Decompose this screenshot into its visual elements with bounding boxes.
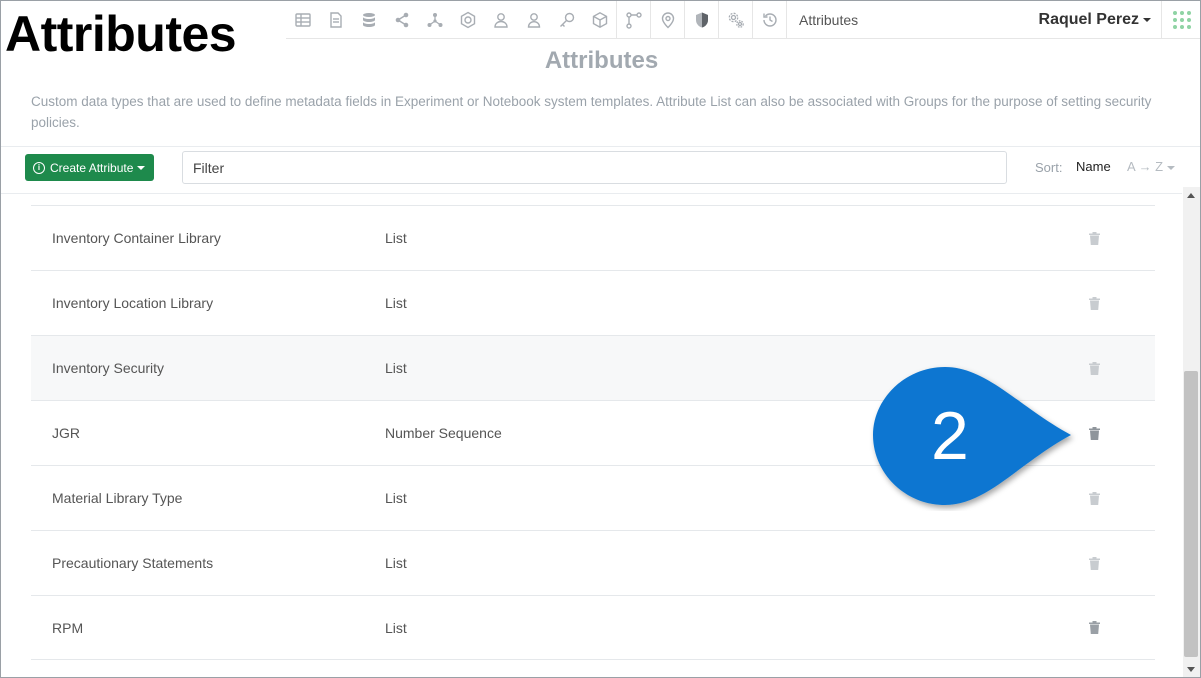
sort-direction-label: A → Z [1127,159,1164,174]
table-icon[interactable] [286,1,319,39]
trash-icon[interactable] [1087,555,1101,571]
scrollbar-thumb[interactable] [1184,371,1198,657]
table-row[interactable]: Inventory Container Library List [31,205,1155,270]
table-row[interactable]: Precautionary Statements List [31,530,1155,595]
trash-icon[interactable] [1087,490,1101,506]
cube-icon[interactable] [583,1,616,39]
top-navbar: Attributes Raquel Perez [286,1,1200,39]
key-icon[interactable] [550,1,583,39]
network-icon[interactable] [418,1,451,39]
trash-icon[interactable] [1087,230,1101,246]
attribute-name: Precautionary Statements [52,555,214,571]
divider [1,193,1182,194]
attribute-name: Inventory Location Library [52,295,214,311]
trash-icon[interactable] [1087,360,1101,376]
attribute-type: List [385,230,407,246]
attribute-type: List [385,295,407,311]
apps-grid-icon[interactable] [1162,1,1200,39]
create-attribute-label: Create Attribute [50,160,134,175]
workflow-icon[interactable] [617,1,650,39]
user-icon[interactable] [517,1,550,39]
chevron-down-icon [1143,17,1151,22]
attribute-name: Material Library Type [52,490,183,506]
trash-icon[interactable] [1087,425,1101,441]
info-icon: i [33,161,45,174]
attribute-name: JGR [52,425,80,441]
app-window: Attributes Raquel Perez Attributes Attri… [0,0,1201,678]
database-icon[interactable] [352,1,385,39]
attribute-type: List [385,555,407,571]
shield-icon[interactable] [685,1,718,39]
trash-icon[interactable] [1087,295,1101,311]
sort-label: Sort: [1035,160,1063,175]
settings-icon[interactable] [719,1,752,39]
callout-number: 2 [931,398,969,474]
attribute-type: List [385,360,407,376]
chevron-down-icon [137,165,146,170]
history-icon[interactable] [753,1,786,39]
attribute-type: List [385,619,407,636]
sort-field-selector[interactable]: Name [1076,159,1111,174]
table-row[interactable]: Inventory Location Library List [31,270,1155,335]
trash-icon[interactable] [1087,620,1101,636]
page-description: Custom data types that are used to defin… [31,94,1152,130]
share-icon[interactable] [385,1,418,39]
filter-input[interactable] [182,151,1007,184]
user-name: Raquel Perez [1038,10,1139,28]
user-menu[interactable]: Raquel Perez [1012,1,1162,39]
divider [1,146,1200,147]
location-icon[interactable] [651,1,684,39]
document-icon[interactable] [319,1,352,39]
attribute-type: Number Sequence [385,425,502,441]
chevron-down-icon [1167,165,1176,170]
table-row[interactable]: RPM List [31,595,1155,660]
attribute-name: Inventory Container Library [52,230,221,246]
attribute-name: Inventory Security [52,360,165,376]
attribute-type: List [385,490,407,506]
create-attribute-button[interactable]: i Create Attribute [25,154,154,181]
breadcrumb[interactable]: Attributes [786,1,966,39]
page-title: Attributes [544,47,659,74]
badge-icon[interactable] [451,1,484,39]
scroll-up-arrow-icon[interactable] [1187,193,1195,198]
attribute-name: RPM [52,619,84,636]
sort-direction-selector[interactable]: A → Z [1127,159,1176,174]
scroll-down-arrow-icon[interactable] [1187,667,1195,672]
users-icon[interactable] [484,1,517,39]
